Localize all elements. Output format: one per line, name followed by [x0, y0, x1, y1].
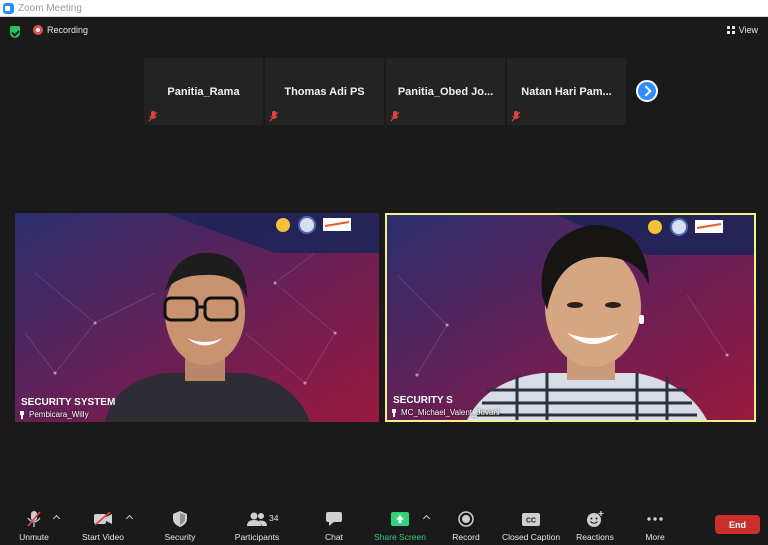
chat-bubble-icon: [322, 509, 346, 529]
participant-thumbnail[interactable]: Natan Hari Pam...: [507, 58, 626, 125]
unmute-label: Unmute: [19, 532, 49, 542]
pin-icon: [19, 410, 25, 419]
more-dots-icon: [643, 509, 667, 529]
window-title: Zoom Meeting: [18, 2, 82, 14]
share-options-caret-icon[interactable]: [423, 513, 431, 521]
video-name-label: Pembicara_Willy: [19, 410, 89, 419]
participant-thumbnail[interactable]: Panitia_Rama: [144, 58, 263, 125]
start-video-button[interactable]: Start Video: [78, 507, 128, 545]
zoom-logo-icon: [3, 2, 14, 14]
participant-name: Panitia_Rama: [167, 85, 240, 98]
audio-options-caret-icon[interactable]: [53, 513, 61, 521]
record-label: Record: [452, 532, 480, 542]
video-options-caret-icon[interactable]: [126, 513, 134, 521]
video-banner-text: SECURITY SYSTEM: [21, 397, 116, 408]
closed-caption-icon: CC: [519, 509, 543, 529]
participants-icon: [245, 509, 269, 529]
mc-video-feed: [387, 215, 754, 420]
view-label: View: [738, 25, 758, 35]
unmute-button[interactable]: Unmute: [12, 507, 56, 545]
chat-label: Chat: [325, 532, 343, 542]
participant-thumbnail-strip: Panitia_Rama Thomas Adi PS Panitia_Obed …: [144, 58, 626, 125]
pin-icon: [391, 408, 397, 417]
speaker-video-feed: [15, 213, 379, 422]
next-page-arrow-icon[interactable]: [636, 80, 658, 102]
record-button[interactable]: Record: [446, 507, 486, 545]
meeting-topbar: Recording View: [0, 17, 768, 47]
participants-label: Participants: [234, 532, 280, 542]
more-label: More: [645, 532, 665, 542]
encryption-shield-icon[interactable]: [10, 26, 20, 38]
share-screen-icon: [388, 509, 412, 529]
muted-mic-icon: [148, 111, 158, 122]
participant-name: Panitia_Obed Jo...: [397, 85, 494, 98]
meeting-stage: Recording View Panitia_Rama Thomas Adi P…: [0, 17, 768, 545]
view-button[interactable]: View: [726, 25, 758, 35]
video-off-icon: [91, 509, 115, 529]
svg-text:CC: CC: [526, 517, 536, 524]
start-video-label: Start Video: [82, 532, 124, 542]
closed-caption-button[interactable]: CC Closed Caption: [498, 507, 564, 545]
share-screen-button[interactable]: Share Screen: [370, 507, 430, 545]
window-titlebar: Zoom Meeting: [0, 0, 768, 17]
meeting-controls-toolbar: Unmute Start Video Security Participants…: [0, 507, 768, 545]
reactions-label: Reactions: [576, 532, 614, 542]
muted-mic-icon: [269, 111, 279, 122]
record-icon: [454, 509, 478, 529]
video-participant-name: MC_Michael_Valent_Jovani: [401, 408, 500, 417]
security-button[interactable]: Security: [160, 507, 200, 545]
recording-label: Recording: [47, 25, 89, 35]
video-tile-active-speaker[interactable]: SECURITY S MC_Michael_Valent_Jovani: [385, 213, 756, 422]
end-meeting-button[interactable]: End: [715, 515, 760, 534]
share-screen-label: Share Screen: [374, 532, 426, 542]
more-button[interactable]: More: [638, 507, 672, 545]
muted-mic-icon: [22, 509, 46, 529]
participant-count: 34: [269, 513, 279, 523]
recording-dot-icon: [33, 25, 43, 35]
recording-indicator[interactable]: Recording: [33, 25, 88, 35]
closed-caption-label: Closed Caption: [501, 532, 561, 542]
participant-thumbnail[interactable]: Panitia_Obed Jo...: [386, 58, 505, 125]
grid-view-icon: [726, 26, 735, 34]
video-tile-speaker[interactable]: SECURITY SYSTEM Pembicara_Willy: [15, 213, 379, 422]
reaction-emoji-icon: [583, 509, 607, 529]
muted-mic-icon: [511, 111, 521, 122]
chat-button[interactable]: Chat: [316, 507, 352, 545]
security-shield-icon: [168, 509, 192, 529]
video-banner-text: SECURITY S: [393, 395, 453, 406]
security-label: Security: [164, 532, 196, 542]
muted-mic-icon: [390, 111, 400, 122]
video-name-label: MC_Michael_Valent_Jovani: [391, 408, 500, 417]
participant-name: Thomas Adi PS: [284, 85, 365, 98]
reactions-button[interactable]: Reactions: [572, 507, 618, 545]
participant-name: Natan Hari Pam...: [521, 85, 612, 98]
video-participant-name: Pembicara_Willy: [29, 410, 89, 419]
participant-thumbnail[interactable]: Thomas Adi PS: [265, 58, 384, 125]
